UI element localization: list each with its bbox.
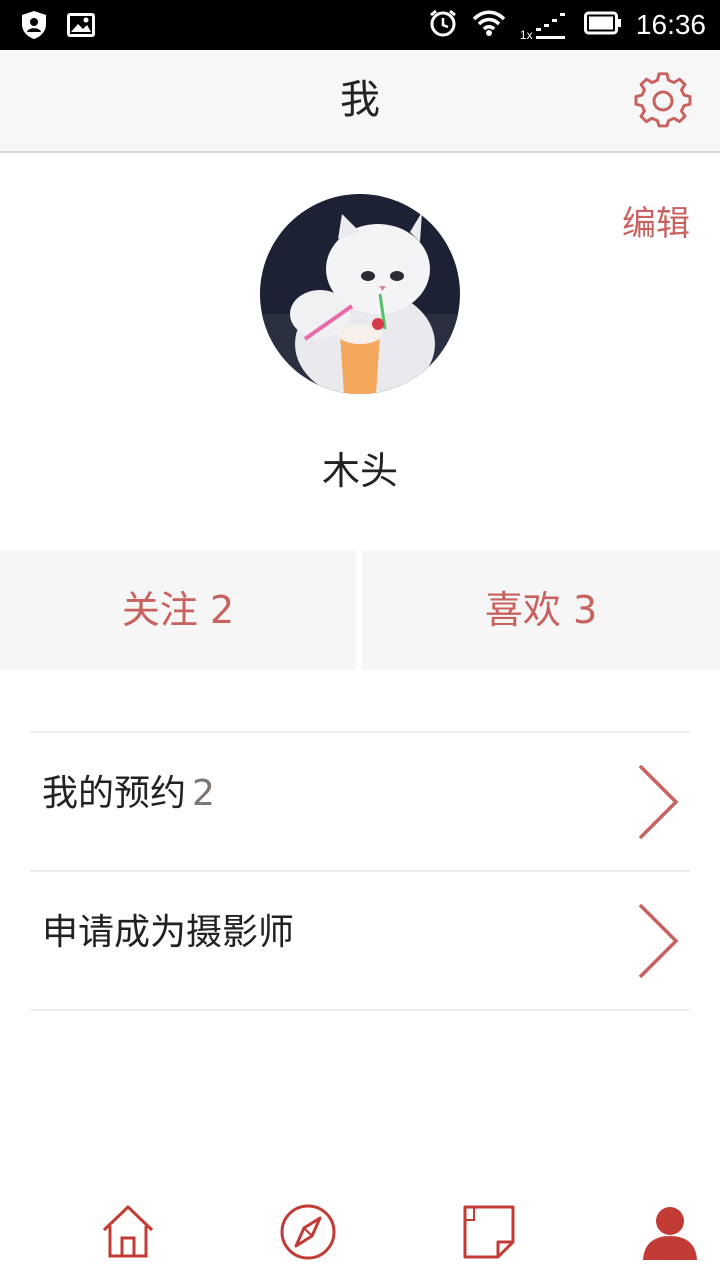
avatar[interactable] [260,194,460,394]
clock: 16:36 [635,9,706,40]
profile-icon[interactable] [640,1202,700,1262]
list-item-my-appointments[interactable]: 我的预约 2 [30,733,690,872]
menu-list: 我的预约 2 申请成为摄影师 [30,731,690,1011]
alarm-icon [428,8,458,42]
chevron-right-icon [636,763,680,841]
wifi-icon [472,9,506,41]
list-item-label: 申请成为摄影师 [42,912,295,953]
likes-count-button[interactable]: 喜欢 3 [362,550,720,670]
following-count-button[interactable]: 关注 2 [0,550,356,670]
list-item-text: 我的预约 2 [42,733,215,855]
gear-icon[interactable] [634,72,692,130]
edit-profile-button[interactable]: 编辑 [622,196,690,245]
chevron-right-icon [636,902,680,980]
list-item-label: 我的预约 [42,773,187,814]
note-icon[interactable] [460,1202,520,1262]
username: 木头 [321,449,398,493]
compass-icon[interactable] [278,1202,338,1262]
title-bar: 我 [0,50,720,153]
cell-signal-icon: 1x [520,8,570,42]
list-item-count: 2 [192,773,215,814]
page-title: 我 [340,77,380,123]
battery-icon [583,11,622,39]
shield-user-icon [20,10,48,44]
status-bar: 1x 16:36 [0,0,720,50]
bottom-nav [0,1180,720,1280]
home-icon[interactable] [98,1202,158,1262]
list-item-text: 申请成为摄影师 [42,872,294,994]
image-notification-icon [66,12,96,42]
list-item-apply-photographer[interactable]: 申请成为摄影师 [30,872,690,1011]
